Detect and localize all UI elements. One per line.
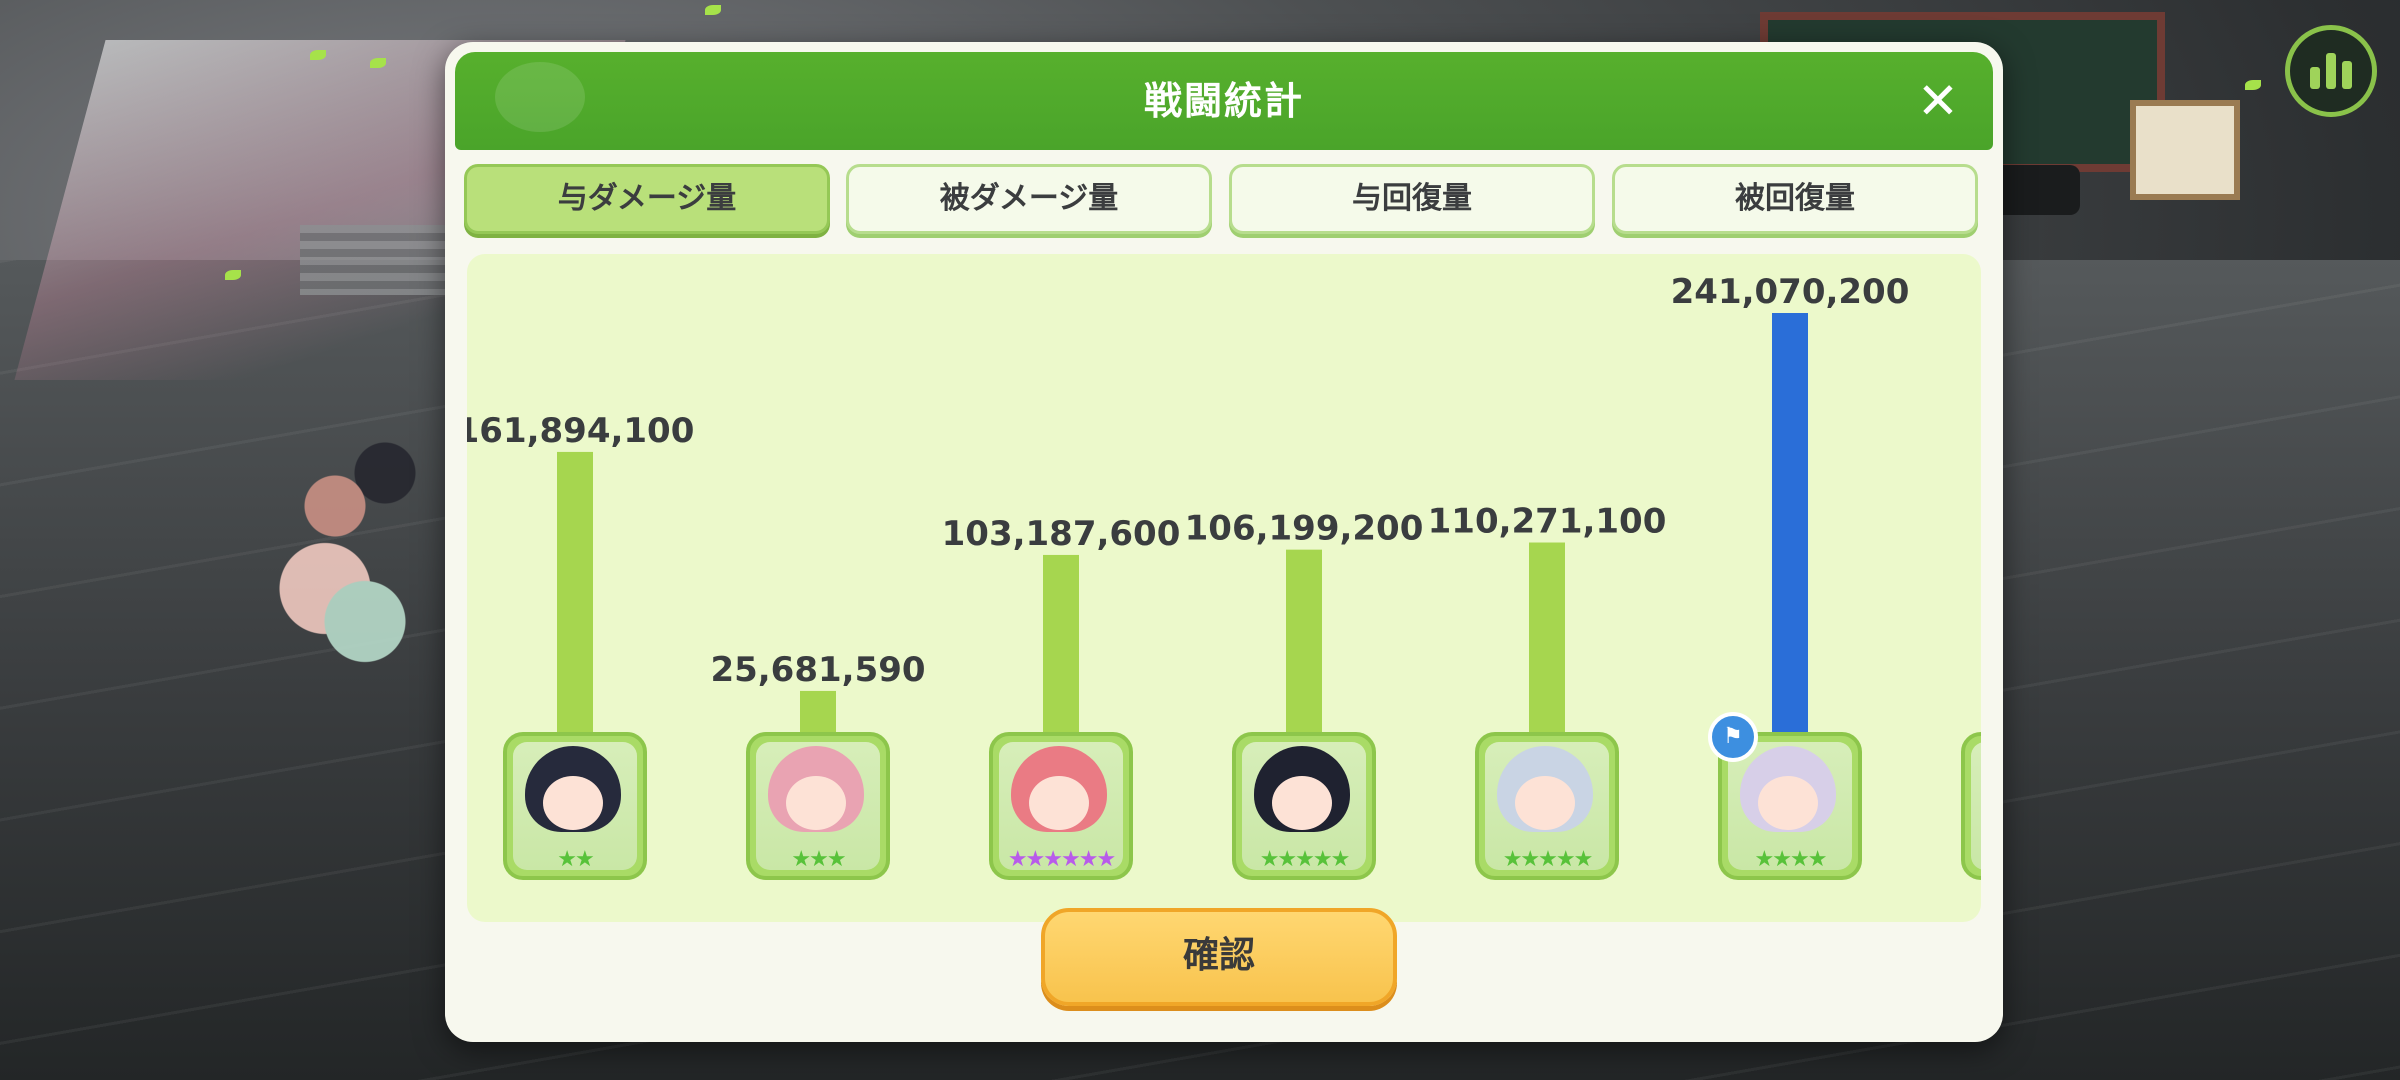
character-portrait[interactable]: ★★★★★: [1475, 732, 1619, 880]
character-face: [1758, 776, 1818, 830]
leaf-particle: [225, 270, 241, 280]
character-face: [1029, 776, 1089, 830]
character-portrait[interactable]: ★: [1961, 732, 1981, 880]
character-portrait[interactable]: ★★: [503, 732, 647, 880]
leaf-particle: [310, 50, 326, 60]
damage-value-label: 110,271,100: [1428, 502, 1667, 542]
background-characters: [245, 440, 445, 770]
character-portrait[interactable]: ★★★: [746, 732, 890, 880]
character-face: [1515, 776, 1575, 830]
star-rating: ★★★★★★: [1007, 847, 1116, 872]
damage-bar: [557, 451, 593, 736]
damage-bar: [1772, 313, 1808, 736]
damage-value-label: 161,894,100: [467, 411, 694, 451]
leaf-particle: [370, 58, 386, 68]
star-rating: ★★: [557, 847, 594, 872]
dialog-header: 戦闘統計 ✕: [455, 52, 1993, 150]
bar-chart-icon[interactable]: [2285, 25, 2377, 117]
tab-bar: 与ダメージ量 被ダメージ量 与回復量 被回復量: [464, 164, 1984, 236]
ally-badge-icon: ⚑: [1708, 712, 1758, 762]
star-rating: ★★★★★: [1259, 847, 1351, 872]
damage-bar: [1529, 542, 1565, 736]
damage-chart-panel: 161,894,100 25,681,590 103,187,600 106,199,…: [467, 254, 1981, 922]
background-dark-panel: [1990, 165, 2080, 215]
damage-value-label: 106,199,200: [1185, 509, 1424, 549]
damage-value-label: 241,070,200: [1671, 272, 1910, 312]
tab-damage-taken[interactable]: 被ダメージ量: [846, 164, 1212, 234]
tab-healing-done[interactable]: 与回復量: [1229, 164, 1595, 234]
background-notice-board: [2130, 100, 2240, 200]
damage-bar: [800, 690, 836, 736]
character-face: [786, 776, 846, 830]
character-face: [543, 776, 603, 830]
close-icon[interactable]: ✕: [1913, 76, 1963, 126]
character-face: [1272, 776, 1332, 830]
confirm-button[interactable]: 確認: [1041, 908, 1397, 1006]
damage-bar: [1043, 554, 1079, 736]
dialog-title: 戦闘統計: [1143, 79, 1304, 123]
character-portrait[interactable]: ★★★★★★: [989, 732, 1133, 880]
damage-value-label: 25,681,590: [710, 650, 925, 690]
star-rating: ★★★★★: [1502, 847, 1594, 872]
damage-value-label: 103,187,600: [942, 514, 1181, 554]
leaf-particle: [705, 5, 721, 15]
character-portrait[interactable]: ★★★★★: [1232, 732, 1376, 880]
star-rating: ★: [1965, 847, 1981, 872]
damage-bar: [1286, 549, 1322, 736]
tab-healing-received[interactable]: 被回復量: [1612, 164, 1978, 234]
star-rating: ★★★★: [1754, 847, 1828, 872]
tab-damage-dealt[interactable]: 与ダメージ量: [464, 164, 830, 234]
leaf-particle: [2245, 80, 2261, 90]
star-rating: ★★★: [791, 847, 846, 872]
battle-stats-dialog: 戦闘統計 ✕ 与ダメージ量 被ダメージ量 与回復量 被回復量 161,894,1…: [445, 42, 2003, 1042]
